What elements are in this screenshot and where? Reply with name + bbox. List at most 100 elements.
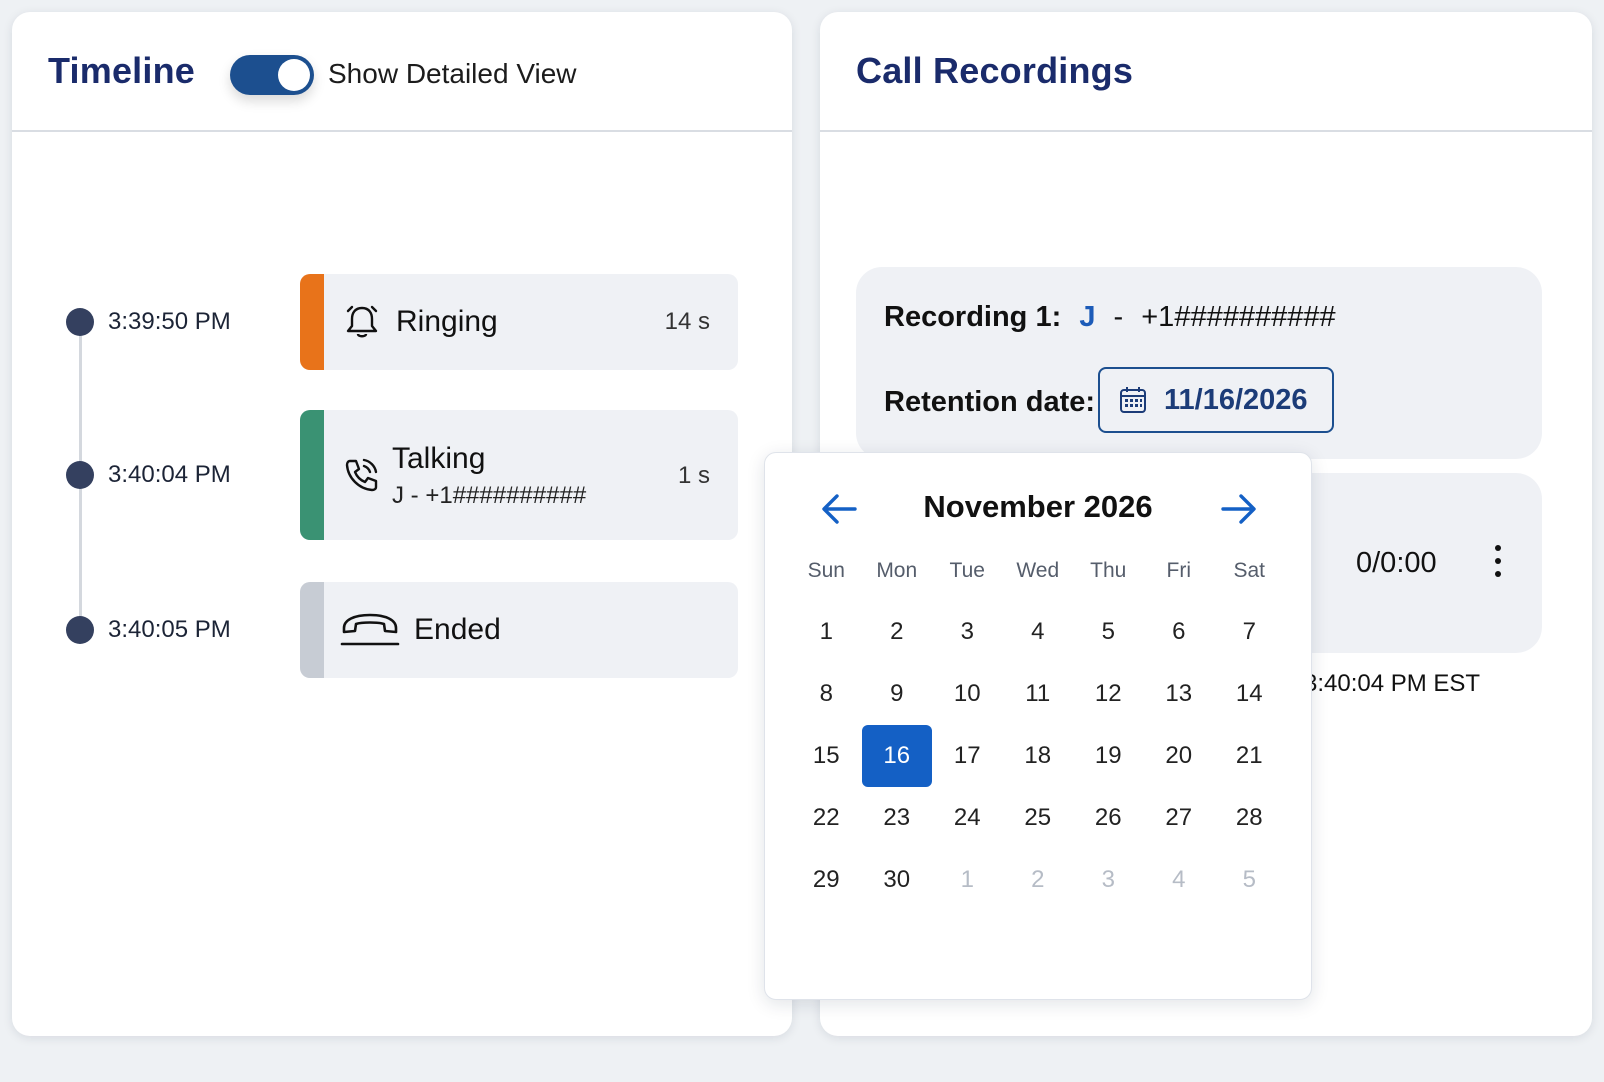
more-options-icon[interactable] (1488, 545, 1508, 585)
event-status-bar (300, 274, 324, 370)
retention-date-button[interactable]: 11/16/2026 (1098, 367, 1334, 433)
recording-card: Recording 1: J - +1########## Retention … (856, 267, 1542, 459)
timeline-dot (66, 616, 94, 644)
calendar-day[interactable]: 4 (1144, 849, 1214, 911)
calendar-day[interactable]: 19 (1073, 725, 1143, 787)
calendar-cell: 27 (1144, 787, 1215, 849)
calendar-day[interactable]: 11 (1003, 663, 1073, 725)
recording-party-name[interactable]: J (1079, 301, 1095, 333)
calendar-day[interactable]: 2 (862, 601, 932, 663)
event-ended[interactable]: Ended (300, 582, 738, 678)
calendar-day[interactable]: 3 (1073, 849, 1143, 911)
calendar-day[interactable]: 21 (1214, 725, 1284, 787)
calendar-day[interactable]: 30 (862, 849, 932, 911)
calendar-day[interactable]: 26 (1073, 787, 1143, 849)
calendar-day[interactable]: 4 (1003, 601, 1073, 663)
calendar-day[interactable]: 5 (1214, 849, 1284, 911)
calendar-cell: 4 (1144, 849, 1215, 911)
recording-separator: - (1113, 301, 1124, 333)
recording-timestamp: 3:40:04 PM EST (1304, 670, 1481, 697)
phone-call-icon (345, 458, 378, 492)
calendar-day[interactable]: 8 (791, 663, 861, 725)
recordings-header: Call Recordings (820, 12, 1592, 132)
calendar-day[interactable]: 7 (1214, 601, 1284, 663)
calendar-day[interactable]: 9 (862, 663, 932, 725)
calendar-day[interactable]: 6 (1144, 601, 1214, 663)
calendar-cell: 10 (932, 663, 1003, 725)
calendar-day[interactable]: 24 (932, 787, 1002, 849)
bell-icon (346, 305, 378, 338)
calendar-cell: 11 (1003, 663, 1074, 725)
calendar-day[interactable]: 12 (1073, 663, 1143, 725)
calendar-cell: 26 (1073, 787, 1144, 849)
detailed-view-label: Show Detailed View (328, 58, 577, 89)
recording-prefix: Recording 1: (884, 301, 1062, 333)
event-label: Ringing (396, 305, 498, 338)
event-party: J - +1########## (392, 482, 587, 509)
calendar-day[interactable]: 17 (932, 725, 1002, 787)
weekday-header: Sat (1233, 559, 1266, 582)
calendar-cell: 5 (1073, 601, 1144, 663)
calendar-cell: 22 (791, 787, 862, 849)
recordings-title: Call Recordings (856, 50, 1134, 91)
calendar-day[interactable]: 28 (1214, 787, 1284, 849)
calendar-cell: 2 (1003, 849, 1074, 911)
calendar-cell: 3 (932, 601, 1003, 663)
calendar-day[interactable]: 29 (791, 849, 861, 911)
calendar-cell: 1 (791, 601, 862, 663)
calendar-cell: 28 (1214, 787, 1285, 849)
calendar-day[interactable]: 10 (932, 663, 1002, 725)
detailed-view-toggle[interactable] (230, 55, 314, 95)
calendar-day[interactable]: 25 (1003, 787, 1073, 849)
calendar-day[interactable]: 22 (791, 787, 861, 849)
calendar-day[interactable]: 15 (791, 725, 861, 787)
timeline-dot (66, 308, 94, 336)
event-duration: 14 s (664, 308, 710, 335)
calendar-day[interactable]: 27 (1144, 787, 1214, 849)
calendar-cell: 13 (1144, 663, 1215, 725)
calendar-cell: 7 (1214, 601, 1285, 663)
toggle-knob (278, 59, 310, 91)
calendar-day[interactable]: 1 (791, 601, 861, 663)
weekday-header: Sun (807, 559, 845, 582)
event-ringing[interactable]: Ringing 14 s (300, 274, 738, 370)
weekday-header: Thu (1090, 559, 1127, 582)
calendar-cell: 16 (861, 725, 933, 787)
calendar-day[interactable]: 23 (862, 787, 932, 849)
calendar-cell: 6 (1144, 601, 1215, 663)
event-status-bar (300, 410, 324, 540)
calendar-cell: 25 (1003, 787, 1074, 849)
calendar-cell: 9 (862, 663, 933, 725)
calendar-day[interactable]: 2 (1003, 849, 1073, 911)
calendar-day-selected[interactable]: 16 (861, 725, 932, 787)
event-status-bar (300, 582, 324, 678)
timeline-header: Timeline Show Detailed View (12, 12, 792, 132)
timeline-dot (66, 461, 94, 489)
calendar-day[interactable]: 3 (932, 601, 1002, 663)
event-talking[interactable]: Talking J - +1########## 1 s (300, 410, 738, 540)
event-label: Talking (392, 442, 486, 475)
calendar-cell: 12 (1073, 663, 1144, 725)
event-time: 3:39:50 PM (108, 308, 231, 335)
calendar-cell: 5 (1214, 849, 1285, 911)
calendar-cell: 23 (862, 787, 933, 849)
event-time: 3:40:04 PM (108, 461, 231, 488)
timeline-title: Timeline (48, 50, 195, 91)
event-time: 3:40:05 PM (108, 616, 231, 643)
recording-phone: +1########## (1141, 301, 1336, 333)
calendar-day[interactable]: 5 (1073, 601, 1143, 663)
calendar-icon (1120, 387, 1146, 413)
calendar-day[interactable]: 14 (1214, 663, 1284, 725)
calendar-cell: 30 (862, 849, 933, 911)
retention-label: Retention date: (884, 386, 1096, 418)
hang-up-icon (340, 613, 400, 646)
calendar-day[interactable]: 18 (1003, 725, 1073, 787)
calendar-day[interactable]: 1 (932, 849, 1002, 911)
calendar-day[interactable]: 13 (1144, 663, 1214, 725)
calendar-day[interactable]: 20 (1144, 725, 1214, 787)
arrow-right-icon[interactable] (1219, 491, 1259, 527)
event-duration: 1 s (677, 462, 710, 489)
weekday-header: Mon (876, 559, 918, 582)
weekday-header: Wed (1016, 559, 1060, 582)
calendar-cell: 29 (791, 849, 862, 911)
